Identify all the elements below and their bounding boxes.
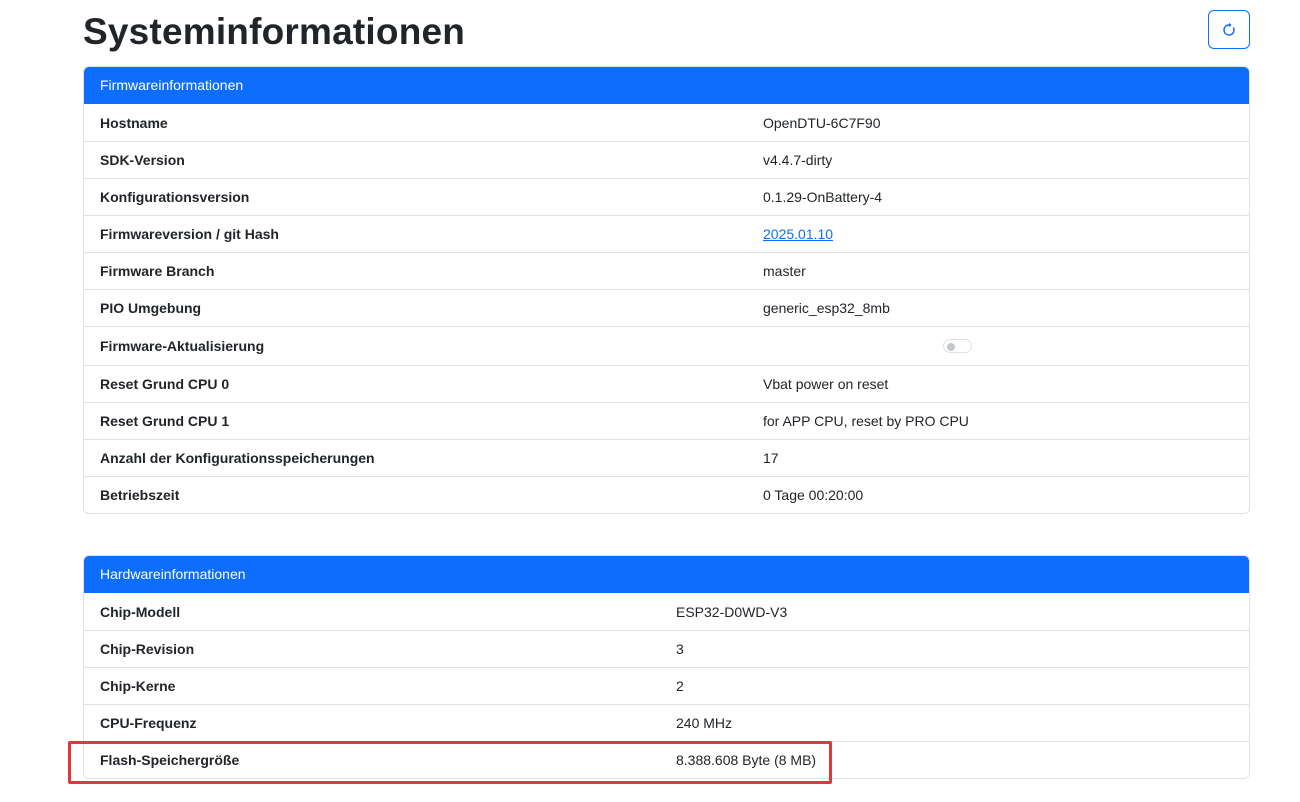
page-title: Systeminformationen: [83, 11, 466, 52]
row-label-pio-env: PIO Umgebung: [100, 300, 202, 316]
row-value-config-saves: 17: [763, 450, 779, 466]
table-row: Anzahl der Konfigurationsspeicherungen 1…: [84, 439, 1249, 476]
row-value-uptime: 0 Tage 00:20:00: [763, 487, 864, 503]
row-label-chip-model: Chip-Modell: [100, 603, 181, 620]
row-value-cpu-frequency: 240 MHz: [676, 715, 733, 731]
table-row: Firmware Branch master: [84, 252, 1249, 289]
row-label-chip-revision: Chip-Revision: [100, 641, 195, 657]
row-value-flash-size: 8.388.608 Byte (8 MB): [676, 752, 817, 768]
table-row: CPU-Frequenz 240 MHz: [84, 704, 1249, 741]
hardware-info-table: Chip-Modell ESP32-D0WD-V3 Chip-Revision …: [84, 593, 1249, 778]
table-row: Reset Grund CPU 1 for APP CPU, reset by …: [84, 402, 1249, 439]
hardware-info-header: Hardwareinformationen: [84, 556, 1249, 593]
row-label-uptime: Betriebszeit: [100, 487, 180, 503]
row-label-hostname: Hostname: [100, 114, 168, 131]
row-value-chip-revision: 3: [676, 641, 684, 657]
row-label-config-version: Konfigurationsversion: [100, 189, 250, 205]
row-label-config-saves: Anzahl der Konfigurationsspeicherungen: [100, 450, 375, 466]
firmware-info-header: Firmwareinformationen: [84, 67, 1249, 104]
firmware-info-card: Firmwareinformationen Hostname OpenDTU-6…: [83, 66, 1250, 514]
row-label-cpu-frequency: CPU-Frequenz: [100, 715, 197, 731]
firmware-update-toggle[interactable]: [943, 339, 973, 353]
row-label-chip-cores: Chip-Kerne: [100, 678, 176, 694]
refresh-icon: [1223, 22, 1235, 36]
row-label-flash-size: Flash-Speichergröße: [100, 752, 240, 768]
table-row: Chip-Revision 3: [84, 630, 1249, 667]
table-row: Flash-Speichergröße 8.388.608 Byte (8 MB…: [84, 741, 1249, 778]
row-value-config-version: 0.1.29-OnBattery-4: [763, 189, 883, 205]
table-row: SDK-Version v4.4.7-dirty: [84, 141, 1249, 178]
table-row: Firmware-Aktualisierung: [84, 326, 1249, 365]
row-label-sdk-version: SDK-Version: [100, 152, 185, 168]
reload-button[interactable]: [1208, 10, 1250, 49]
table-row: Betriebszeit 0 Tage 00:20:00: [84, 476, 1249, 513]
row-value-reset-cpu1: for APP CPU, reset by PRO CPU: [763, 413, 969, 429]
row-label-reset-cpu0: Reset Grund CPU 0: [100, 376, 230, 392]
firmware-version-link[interactable]: 2025.01.10: [763, 226, 833, 242]
row-value-chip-cores: 2: [676, 678, 684, 694]
row-value-sdk-version: v4.4.7-dirty: [763, 152, 833, 168]
row-value-firmware-branch: master: [763, 263, 806, 279]
row-value-hostname: OpenDTU-6C7F90: [763, 114, 881, 131]
firmware-info-table: Hostname OpenDTU-6C7F90 SDK-Version v4.4…: [84, 104, 1249, 513]
row-value-reset-cpu0: Vbat power on reset: [763, 376, 889, 392]
table-row: Hostname OpenDTU-6C7F90: [84, 104, 1249, 141]
hardware-info-card: Hardwareinformationen Chip-Modell ESP32-…: [83, 555, 1250, 779]
table-row: Chip-Modell ESP32-D0WD-V3: [84, 593, 1249, 630]
row-label-reset-cpu1: Reset Grund CPU 1: [100, 413, 230, 429]
row-label-firmware-update: Firmware-Aktualisierung: [100, 338, 265, 354]
table-row: PIO Umgebung generic_esp32_8mb: [84, 289, 1249, 326]
row-label-firmware-branch: Firmware Branch: [100, 263, 215, 279]
table-row: Reset Grund CPU 0 Vbat power on reset: [84, 365, 1249, 402]
table-row: Chip-Kerne 2: [84, 667, 1249, 704]
table-row: Konfigurationsversion 0.1.29-OnBattery-4: [84, 178, 1249, 215]
row-label-firmware-version: Firmwareversion / git Hash: [100, 226, 279, 242]
row-value-chip-model: ESP32-D0WD-V3: [676, 603, 788, 620]
table-row: Firmwareversion / git Hash 2025.01.10: [84, 215, 1249, 252]
row-value-pio-env: generic_esp32_8mb: [763, 300, 890, 316]
